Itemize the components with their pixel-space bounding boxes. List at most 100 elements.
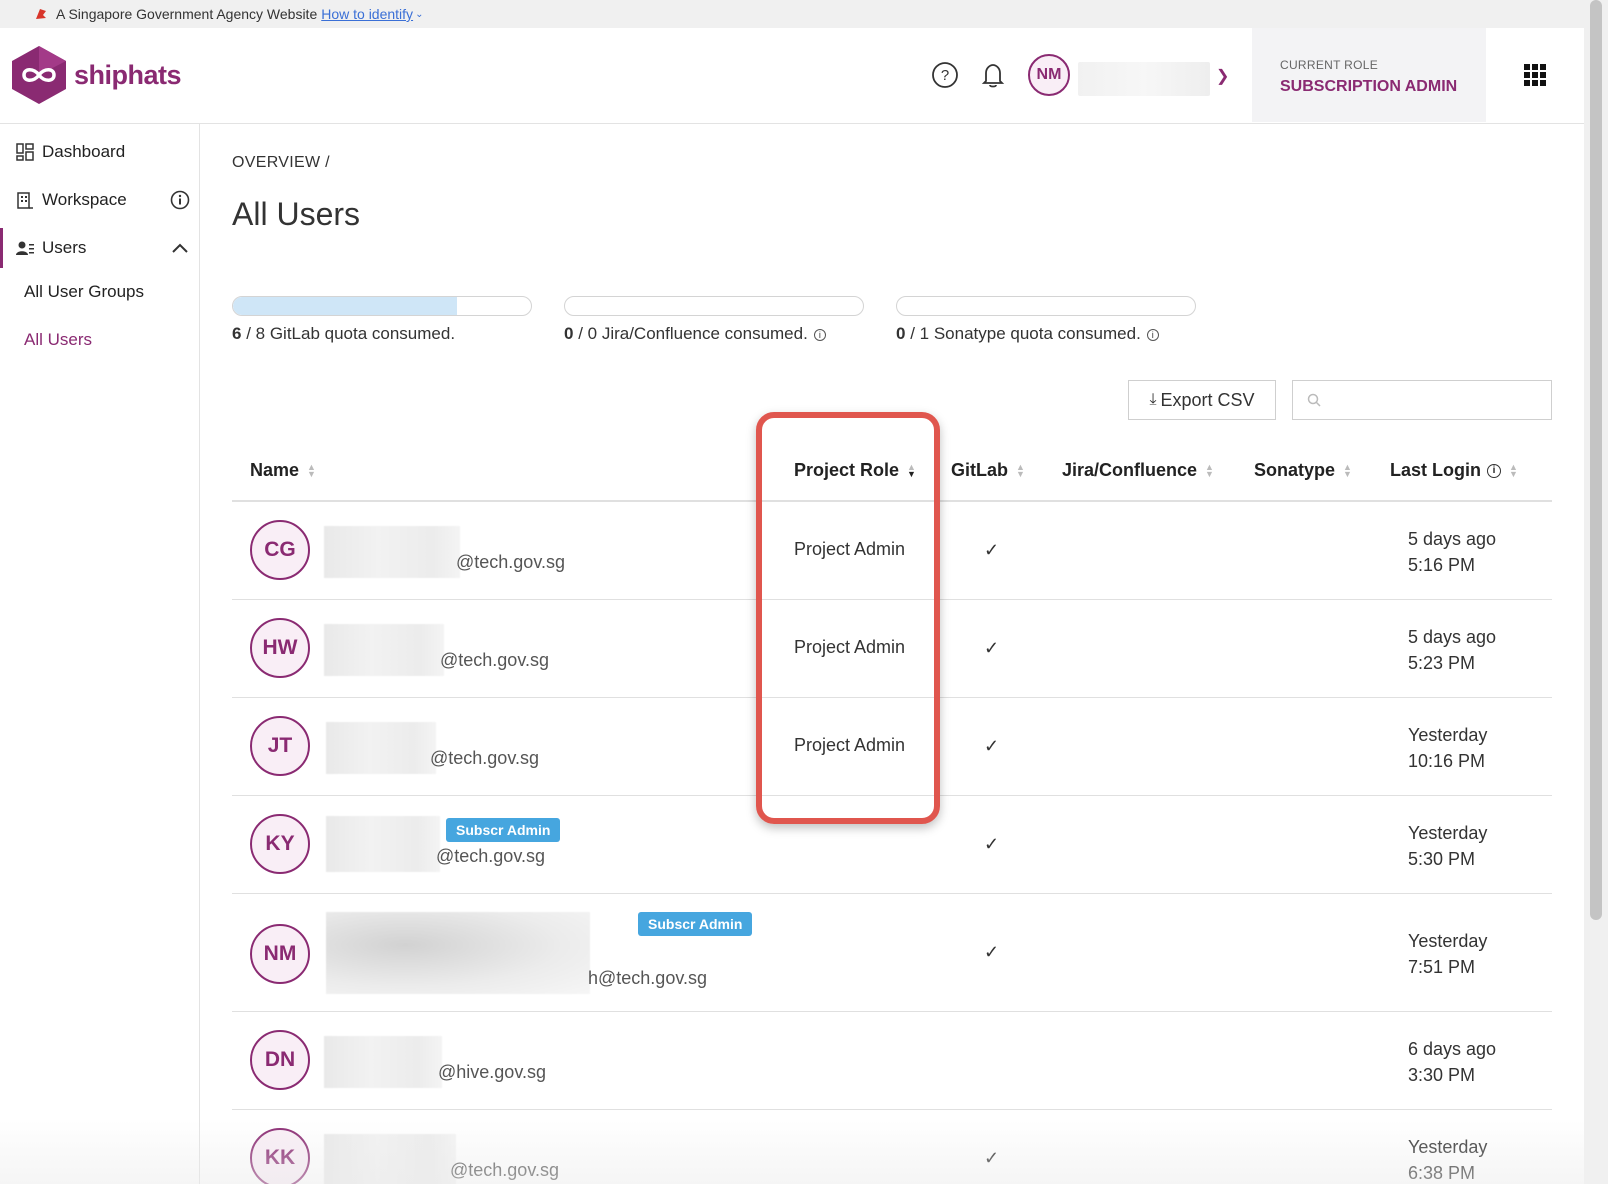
column-header-jira-confluence[interactable]: Jira/Confluence ▲ ▼ (1062, 460, 1214, 481)
table-row[interactable]: KK @tech.gov.sg ✓ Yesterday 6:38 PM (232, 1110, 1552, 1184)
top-header: shiphats ? NM ❯ CURRENT ROLE SUBSCRIPTIO… (0, 28, 1584, 124)
breadcrumb[interactable]: OVERVIEW / (232, 154, 330, 172)
user-email: @tech.gov.sg (456, 552, 565, 572)
table-row[interactable]: KY Subscr Admin @tech.gov.sg ✓ Yesterday… (232, 796, 1552, 894)
gitlab-quota-bar (232, 296, 532, 316)
app-grid-icon[interactable] (1524, 64, 1546, 86)
lion-icon (36, 9, 46, 19)
user-avatar[interactable]: NM (1028, 54, 1070, 96)
jira-quota-text: 0 / 0 Jira/Confluence consumed. i (564, 324, 866, 344)
user-name-redacted (324, 526, 460, 578)
shiphats-logo-icon (12, 46, 66, 104)
sidebar-item-all-users[interactable]: All Users (24, 330, 92, 350)
avatar: JT (250, 716, 310, 776)
gov-banner-text: A Singapore Government Agency Website (56, 6, 318, 22)
jira-quota-bar (564, 296, 864, 316)
user-email: @tech.gov.sg (436, 846, 545, 866)
gitlab-quota-text: 6 / 8 GitLab quota consumed. (232, 324, 456, 343)
table-row[interactable]: NM Subscr Admin h@tech.gov.sg ✓ Yesterda… (232, 894, 1552, 1012)
jira-quota: 0 / 0 Jira/Confluence consumed. i (564, 296, 866, 344)
gitlab-check-icon: ✓ (984, 540, 1000, 560)
table-row[interactable]: DN @hive.gov.sg 6 days ago 3:30 PM (232, 1012, 1552, 1110)
avatar: NM (250, 924, 310, 984)
search-input[interactable] (1329, 387, 1539, 413)
current-role-box: CURRENT ROLE SUBSCRIPTION ADMIN (1252, 28, 1486, 122)
column-header-gitlab[interactable]: GitLab ▲ ▼ (951, 460, 1025, 481)
info-icon[interactable]: i (1146, 328, 1159, 341)
subscr-admin-badge: Subscr Admin (638, 912, 753, 936)
chevron-down-icon[interactable]: ❯ (1216, 66, 1229, 86)
last-login: Yesterday 7:51 PM (1408, 931, 1488, 977)
table-header: Name ▲ ▼ Project Role ▲ ▼ GitLab ▲ ▼ Jira/Conf… (232, 440, 1552, 502)
current-role-label: CURRENT ROLE (1280, 58, 1379, 72)
last-login: 6 days ago 3:30 PM (1408, 1039, 1497, 1085)
avatar: HW (250, 618, 310, 678)
info-icon[interactable]: i (813, 328, 826, 341)
avatar: DN (250, 1030, 310, 1090)
gitlab-quota-fill (233, 297, 457, 315)
users-icon (16, 241, 34, 255)
sort-icon: ▲ ▼ (307, 462, 316, 480)
sidebar-item-label: Dashboard (42, 142, 126, 161)
info-icon[interactable]: i (1487, 464, 1501, 479)
sonatype-quota-bar (896, 296, 1196, 316)
user-email: h@tech.gov.sg (588, 968, 708, 988)
user-name-redacted (324, 1036, 442, 1088)
user-name-redacted (326, 722, 436, 774)
user-email: @tech.gov.sg (440, 650, 549, 670)
column-header-project-role[interactable]: Project Role ▲ ▼ (794, 460, 916, 481)
table-row[interactable]: HW @tech.gov.sg Project Admin ✓ 5 days a… (232, 600, 1552, 698)
sort-icon: ▲ ▼ (1343, 462, 1352, 480)
help-icon[interactable]: ? (930, 60, 960, 90)
gitlab-check-icon: ✓ (984, 1148, 1000, 1168)
how-to-identify-link[interactable]: How to identify (321, 6, 413, 22)
sort-icon: ▲ ▼ (1016, 462, 1025, 480)
column-header-sonatype[interactable]: Sonatype ▲ ▼ (1254, 460, 1352, 481)
dashboard-icon (16, 143, 34, 161)
column-header-last-login[interactable]: Last Login i ▲ ▼ (1390, 460, 1518, 481)
user-email: @hive.gov.sg (438, 1062, 546, 1082)
project-role: Project Admin (794, 735, 906, 755)
gitlab-quota: 6 / 8 GitLab quota consumed. (232, 296, 534, 344)
avatar: KY (250, 814, 310, 874)
table-row[interactable]: JT @tech.gov.sg Project Admin ✓ Yesterda… (232, 698, 1552, 796)
svg-text:?: ? (941, 67, 949, 84)
sidebar-item-users[interactable]: Users (0, 228, 200, 268)
chevron-up-icon[interactable] (170, 238, 190, 258)
sidebar-item-label: Workspace (42, 190, 127, 209)
sidebar-item-label: Users (42, 238, 87, 257)
sort-icon: ▲ ▼ (1205, 462, 1214, 480)
export-csv-button[interactable]: ⤓ Export CSV (1128, 380, 1276, 420)
bell-icon[interactable] (978, 60, 1008, 90)
user-name-redacted (324, 624, 444, 676)
page: A Singapore Government Agency Website Ho… (0, 0, 1608, 1184)
avatar: CG (250, 520, 310, 580)
user-name-redacted (1078, 62, 1210, 96)
project-role: Project Admin (794, 539, 906, 559)
gitlab-check-icon: ✓ (984, 638, 1000, 658)
last-login: Yesterday 6:38 PM (1408, 1137, 1488, 1183)
sonatype-quota-text: 0 / 1 Sonatype quota consumed. i (896, 324, 1198, 344)
info-icon[interactable] (170, 190, 190, 210)
scrollbar[interactable] (1584, 0, 1608, 1184)
user-name-redacted (326, 816, 440, 872)
user-name-redacted (324, 1134, 456, 1184)
scrollbar-thumb[interactable] (1590, 0, 1602, 920)
column-header-name[interactable]: Name ▲ ▼ (250, 460, 316, 481)
last-login: 5 days ago 5:16 PM (1408, 529, 1497, 575)
gitlab-check-icon: ✓ (984, 942, 1000, 962)
last-login: 5 days ago 5:23 PM (1408, 627, 1497, 673)
search-box[interactable] (1292, 380, 1552, 420)
search-icon (1307, 393, 1321, 407)
user-name-redacted (326, 912, 590, 994)
building-icon (17, 192, 33, 209)
sidebar-item-workspace[interactable]: Workspace (0, 180, 200, 220)
last-login: Yesterday 5:30 PM (1408, 823, 1488, 869)
table-row[interactable]: CG @tech.gov.sg Project Admin ✓ 5 days a… (232, 502, 1552, 600)
sort-desc-icon: ▲ ▼ (907, 462, 916, 480)
logo[interactable]: shiphats (10, 44, 182, 106)
sidebar-item-dashboard[interactable]: Dashboard (0, 132, 200, 172)
project-role: Project Admin (794, 637, 906, 657)
current-role-value: SUBSCRIPTION ADMIN (1280, 78, 1458, 95)
sidebar-item-all-user-groups[interactable]: All User Groups (24, 282, 144, 302)
